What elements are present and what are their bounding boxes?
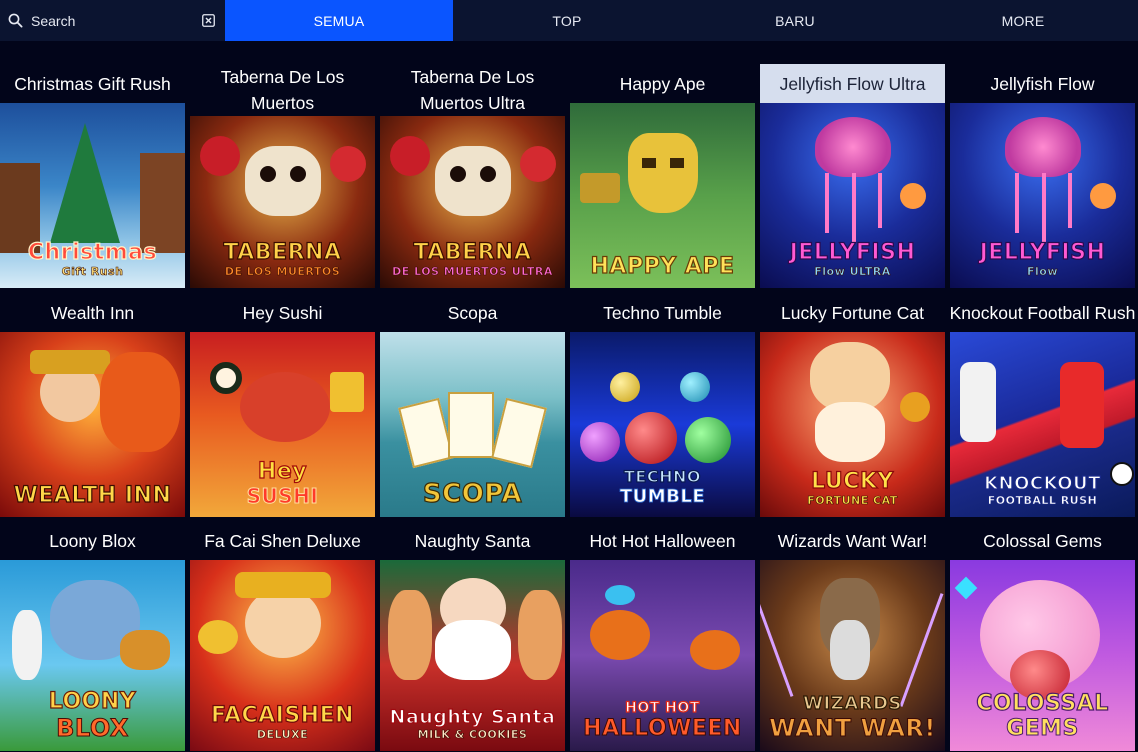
game-card-wizards-want-war[interactable]: Wizards Want War! WIZARDS WANT WAR! xyxy=(760,521,945,751)
game-logo-text: Naughty Santa MILK & COOKIES xyxy=(389,706,556,741)
game-thumbnail[interactable]: WEALTH INN xyxy=(0,332,185,517)
game-title: Jellyfish Flow xyxy=(950,64,1135,103)
top-navigation-bar: SEMUA TOP BARU MORE xyxy=(0,0,1138,41)
game-title: Wealth Inn xyxy=(0,293,185,332)
game-logo-text: TABERNA DE LOS MUERTOS ULTRA xyxy=(392,240,553,278)
game-logo-text: JELLYFISH Flow ULTRA xyxy=(789,240,916,278)
game-card-colossal-gems[interactable]: Colossal Gems COLOSSAL GEMS xyxy=(950,521,1135,751)
tab-semua[interactable]: SEMUA xyxy=(225,0,453,41)
game-title: Scopa xyxy=(380,293,565,332)
game-thumbnail[interactable]: Naughty Santa MILK & COOKIES xyxy=(380,560,565,751)
game-title: Hot Hot Halloween xyxy=(570,521,755,560)
game-logo-text: JELLYFISH Flow xyxy=(979,240,1106,278)
game-card-hot-hot-halloween[interactable]: Hot Hot Halloween HOT HOT HALLOWEEN xyxy=(570,521,755,751)
search-icon xyxy=(8,13,23,28)
game-title: Happy Ape xyxy=(570,64,755,103)
game-logo-text: TABERNA DE LOS MUERTOS xyxy=(223,240,342,278)
game-thumbnail[interactable]: WIZARDS WANT WAR! xyxy=(760,560,945,751)
game-title: Wizards Want War! xyxy=(760,521,945,560)
game-logo-text: LOONY BLOX xyxy=(48,689,137,742)
game-card-loony-blox[interactable]: Loony Blox LOONY BLOX xyxy=(0,521,185,751)
game-card-taberna-de-los-muertos[interactable]: Taberna De Los Muertos TABERNA DE LOS MUE… xyxy=(190,64,375,288)
game-card-fa-cai-shen-deluxe[interactable]: Fa Cai Shen Deluxe FACAISHEN DELUXE xyxy=(190,521,375,751)
game-logo-text: FACAISHEN DELUXE xyxy=(210,703,355,741)
game-card-wealth-inn[interactable]: Wealth Inn WEALTH INN xyxy=(0,293,185,517)
game-thumbnail[interactable]: KNOCKOUT FOOTBALL RUSH xyxy=(950,332,1135,517)
game-thumbnail[interactable]: LUCKY FORTUNE CAT xyxy=(760,332,945,517)
game-card-jellyfish-flow-ultra[interactable]: Jellyfish Flow Ultra JELLYFISH Flow ULTRA xyxy=(760,64,945,288)
game-card-techno-tumble[interactable]: Techno Tumble TECHNO TUMBLE xyxy=(570,293,755,517)
search-input[interactable] xyxy=(31,12,201,29)
game-logo-text: WEALTH INN xyxy=(13,483,172,508)
game-card-knockout-football-rush[interactable]: Knockout Football Rush KNOCKOUT FOOTBALL … xyxy=(950,293,1135,517)
game-thumbnail[interactable]: FACAISHEN DELUXE xyxy=(190,560,375,751)
clear-search-icon[interactable] xyxy=(201,14,215,28)
game-thumbnail[interactable]: TECHNO TUMBLE xyxy=(570,332,755,517)
game-card-lucky-fortune-cat[interactable]: Lucky Fortune Cat LUCKY FORTUNE CAT xyxy=(760,293,945,517)
game-card-scopa[interactable]: Scopa SCOPA xyxy=(380,293,565,517)
game-title: Hey Sushi xyxy=(190,293,375,332)
game-thumbnail[interactable]: HAPPY APE xyxy=(570,103,755,288)
game-card-taberna-de-los-muertos-ultra[interactable]: Taberna De Los Muertos Ultra TABERNA DE L… xyxy=(380,64,565,288)
game-thumbnail[interactable]: HOT HOT HALLOWEEN xyxy=(570,560,755,751)
game-thumbnail[interactable]: TABERNA DE LOS MUERTOS xyxy=(190,116,375,288)
game-card-jellyfish-flow[interactable]: Jellyfish Flow JELLYFISH Flow xyxy=(950,64,1135,288)
game-thumbnail[interactable]: LOONY BLOX xyxy=(0,560,185,751)
game-title: Fa Cai Shen Deluxe xyxy=(190,521,375,560)
game-logo-text: Hey SUSHI xyxy=(246,459,319,508)
game-title: Lucky Fortune Cat xyxy=(760,293,945,332)
game-thumbnail[interactable]: JELLYFISH Flow xyxy=(950,103,1135,288)
game-logo-text: TECHNO TUMBLE xyxy=(619,467,706,507)
game-logo-text: LUCKY FORTUNE CAT xyxy=(807,469,898,507)
game-title: Taberna De Los Muertos xyxy=(190,64,375,116)
game-thumbnail[interactable]: Christmas Gift Rush xyxy=(0,103,185,288)
game-title: Taberna De Los Muertos Ultra xyxy=(380,64,565,116)
game-title: Jellyfish Flow Ultra xyxy=(760,64,945,103)
game-title: Techno Tumble xyxy=(570,293,755,332)
game-logo-text: HOT HOT HALLOWEEN xyxy=(583,700,742,741)
tab-top[interactable]: TOP xyxy=(453,0,681,41)
game-title: Loony Blox xyxy=(0,521,185,560)
game-title: Christmas Gift Rush xyxy=(0,64,185,103)
game-card-naughty-santa[interactable]: Naughty Santa Naughty Santa MILK & COOKIE… xyxy=(380,521,565,751)
game-thumbnail[interactable]: COLOSSAL GEMS xyxy=(950,560,1135,751)
game-logo-text: Christmas Gift Rush xyxy=(27,240,158,278)
game-thumbnail[interactable]: JELLYFISH Flow ULTRA xyxy=(760,103,945,288)
search-box[interactable] xyxy=(0,0,225,41)
game-logo-text: HAPPY APE xyxy=(590,254,735,279)
game-thumbnail[interactable]: Hey SUSHI xyxy=(190,332,375,517)
tab-more[interactable]: MORE xyxy=(909,0,1137,41)
tab-baru[interactable]: BARU xyxy=(681,0,909,41)
game-logo-text: SCOPA xyxy=(422,479,523,509)
game-card-christmas-gift-rush[interactable]: Christmas Gift Rush Christmas Gift Rush xyxy=(0,64,185,288)
game-logo-text: WIZARDS WANT WAR! xyxy=(769,693,936,742)
game-card-hey-sushi[interactable]: Hey Sushi Hey SUSHI xyxy=(190,293,375,517)
game-card-happy-ape[interactable]: Happy Ape HAPPY APE xyxy=(570,64,755,288)
game-thumbnail[interactable]: TABERNA DE LOS MUERTOS ULTRA xyxy=(380,116,565,288)
game-title: Knockout Football Rush xyxy=(950,293,1135,332)
game-thumbnail[interactable]: SCOPA xyxy=(380,332,565,517)
game-logo-text: KNOCKOUT FOOTBALL RUSH xyxy=(983,473,1101,507)
game-title: Naughty Santa xyxy=(380,521,565,560)
game-logo-text: COLOSSAL GEMS xyxy=(976,691,1109,741)
game-title: Colossal Gems xyxy=(950,521,1135,560)
